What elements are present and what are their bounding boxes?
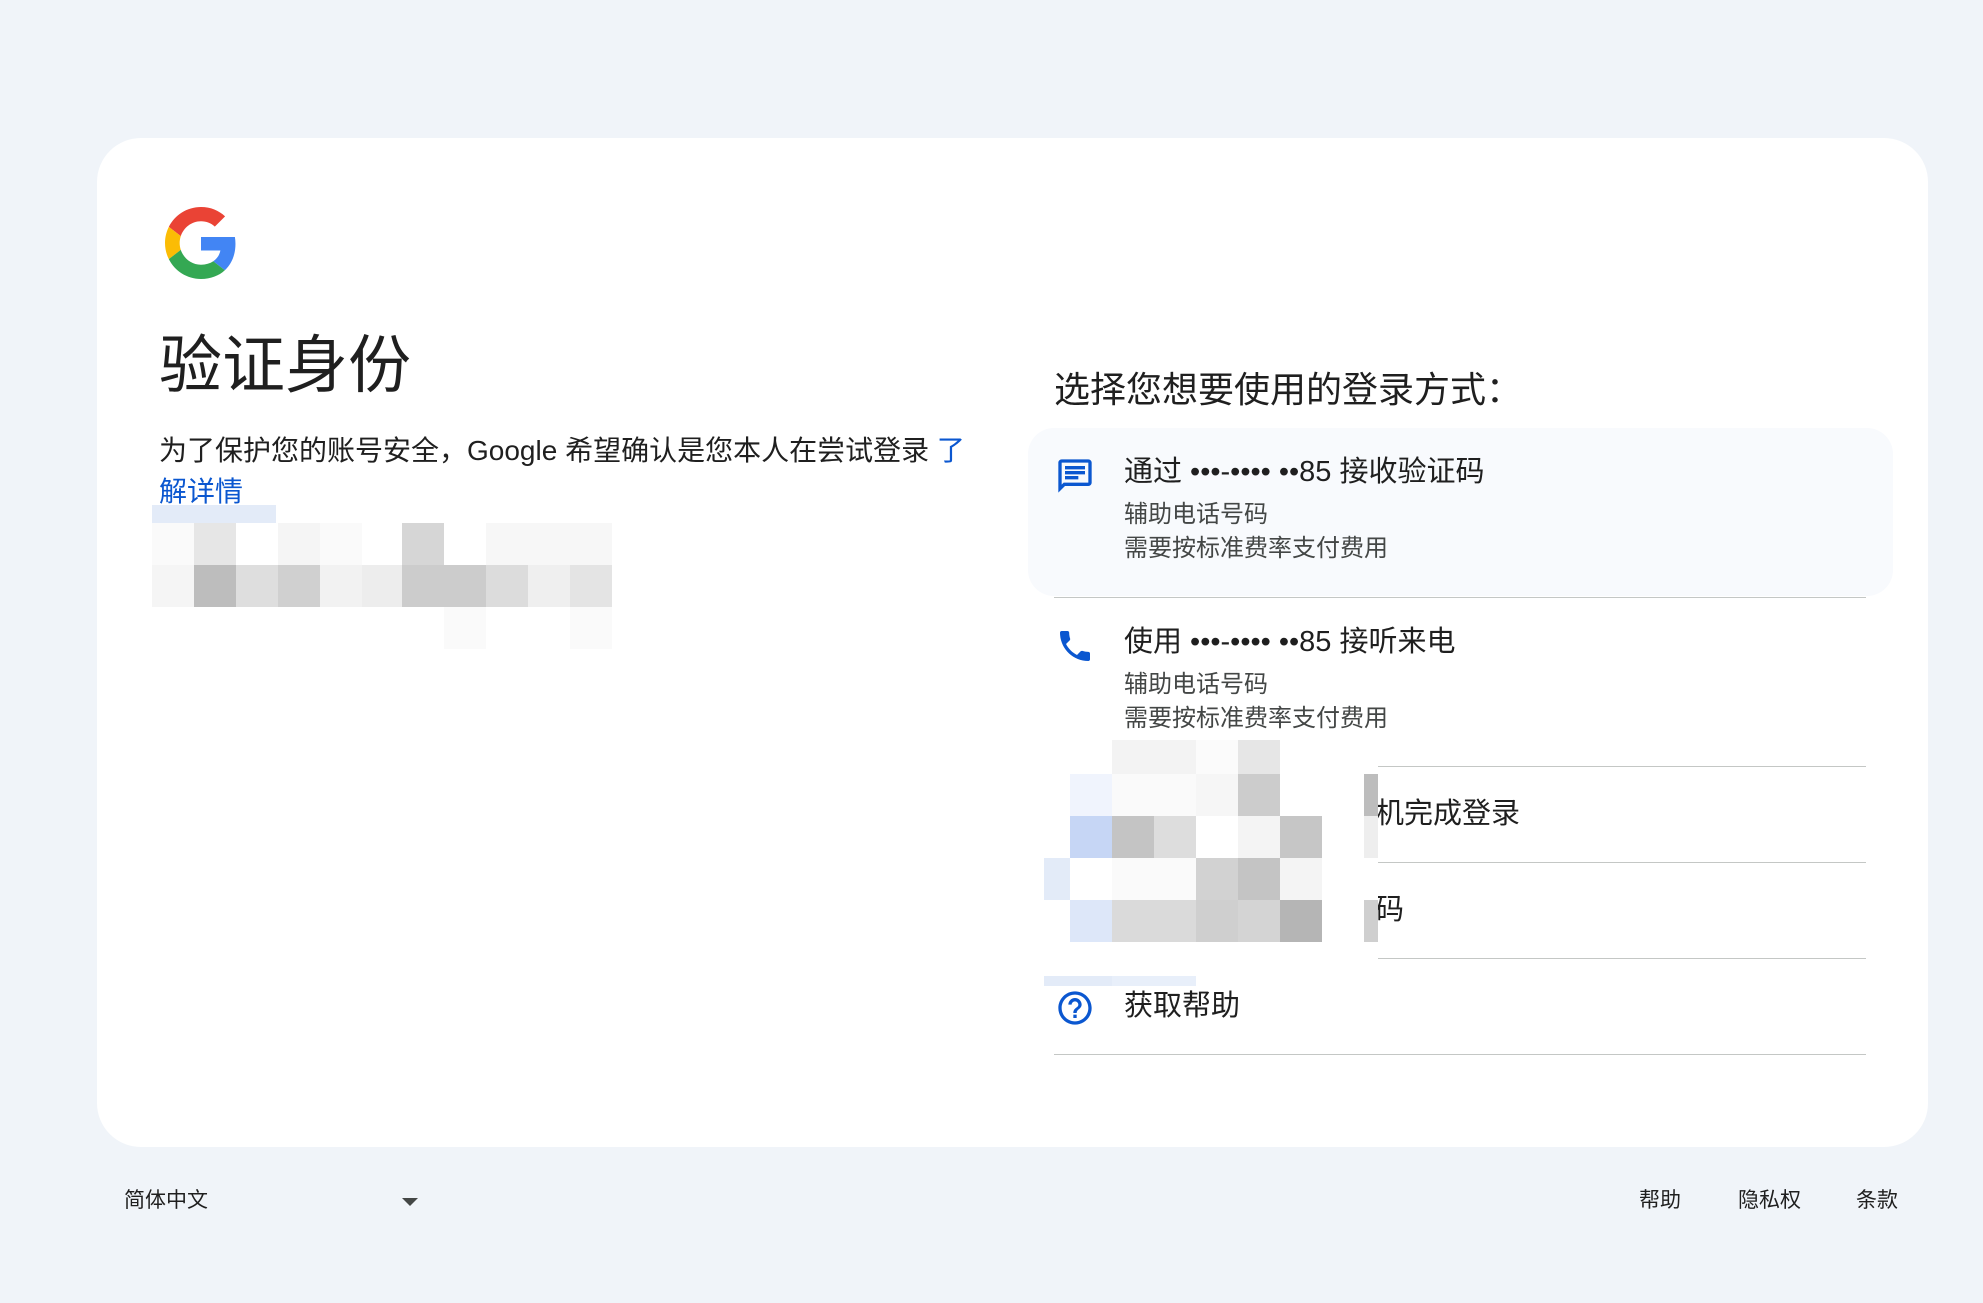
option-device-title: 机完成登录: [1375, 798, 1521, 830]
divider: [1054, 597, 1866, 598]
phone-icon: [1060, 631, 1090, 661]
google-logo-icon: [165, 207, 236, 279]
language-selector[interactable]: 简体中文: [108, 1181, 428, 1221]
divider: [1054, 1054, 1866, 1055]
redacted-options-area: [1044, 740, 1378, 986]
redacted-account-area: [152, 505, 612, 649]
option-call-sub2: 需要按标准费率支付费用: [1124, 705, 1388, 732]
chevron-down-icon: [402, 1198, 418, 1206]
option-sms-title: 通过 •••-•••• ••85 接收验证码: [1124, 456, 1485, 488]
footer-privacy-link[interactable]: 隐私权: [1738, 1181, 1801, 1221]
option-sms-code[interactable]: 通过 •••-•••• ••85 接收验证码 辅助电话号码 需要按标准费率支付费…: [1028, 428, 1893, 596]
page-title: 验证身份: [159, 331, 411, 401]
option-sms-sub1: 辅助电话号码: [1124, 501, 1268, 528]
sms-icon: [1058, 459, 1092, 493]
option-call-sub1: 辅助电话号码: [1124, 671, 1268, 698]
option-sms-sub2: 需要按标准费率支付费用: [1124, 535, 1388, 562]
option-code-title: 码: [1375, 894, 1405, 926]
page-description: 为了保护您的账号安全，Google 希望确认是您本人在尝试登录 了解详情: [159, 430, 979, 512]
choices-heading: 选择您想要使用的登录方式：: [1054, 369, 1523, 410]
footer-terms-link[interactable]: 条款: [1856, 1181, 1898, 1221]
option-call-title: 使用 •••-•••• ••85 接听来电: [1124, 626, 1456, 658]
language-label: 简体中文: [124, 1189, 208, 1212]
help-icon: [1058, 991, 1092, 1025]
option-help-title: 获取帮助: [1124, 990, 1241, 1022]
footer-help-link[interactable]: 帮助: [1639, 1181, 1681, 1221]
description-text: 为了保护您的账号安全，Google 希望确认是您本人在尝试登录: [159, 435, 937, 466]
